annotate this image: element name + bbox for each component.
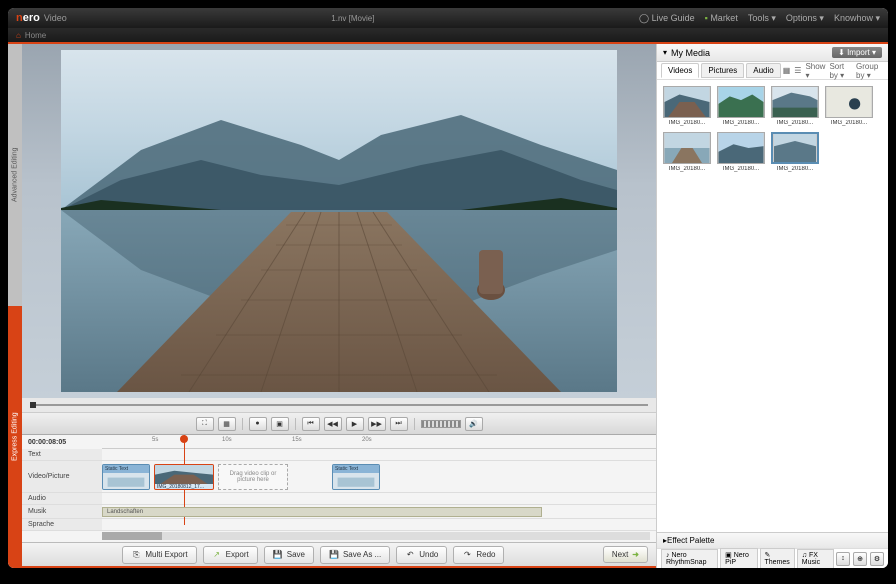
redo-button[interactable]: ↷Redo: [453, 546, 504, 564]
tools-menu[interactable]: Tools ▾: [748, 13, 776, 24]
effect-tool-2[interactable]: ⊕: [853, 552, 867, 566]
prev-button[interactable]: ⏮: [302, 417, 320, 431]
fxmusic-tab[interactable]: ♫ FX Music: [797, 549, 834, 569]
media-thumb[interactable]: [771, 132, 819, 164]
collapse-icon[interactable]: ▾: [663, 48, 667, 57]
grid-button[interactable]: ▦: [218, 417, 236, 431]
video-track-label: Video/Picture: [22, 461, 102, 492]
multi-export-icon: ⎘: [131, 550, 141, 560]
import-button[interactable]: ⬇ Import ▾: [832, 47, 882, 58]
app-window: nneroero Video 1.nv [Movie] ◯ Live Guide…: [8, 8, 888, 568]
media-panel-header: ▾ My Media ⬇ Import ▾: [657, 44, 888, 62]
export-icon: ↗: [212, 550, 222, 560]
preview-area: [22, 44, 656, 398]
clip-static-1[interactable]: Static Text: [102, 464, 150, 490]
main-area: Advanced Editing Express Editing: [8, 44, 888, 568]
musik-track-label: Musik: [22, 505, 102, 518]
menu-bar: ⌂ Home: [8, 28, 888, 44]
app-name-label: Video: [44, 13, 67, 23]
time-ruler[interactable]: 5s 10s 15s 20s: [102, 435, 656, 449]
media-grid: IMG_20180... IMG_20180... IMG_20180... I…: [657, 80, 888, 532]
media-thumb[interactable]: [717, 86, 765, 118]
advanced-editing-tab[interactable]: Advanced Editing: [8, 44, 22, 306]
nero-logo: nneroero: [16, 12, 40, 24]
sprache-track-label: Sprache: [22, 519, 102, 530]
media-tabs: Videos Pictures Audio ▦ ☰ Show ▾ Sort by…: [657, 62, 888, 80]
audio-tab[interactable]: Audio: [746, 63, 780, 78]
forward-button[interactable]: ▶▶: [368, 417, 386, 431]
clip-static-2[interactable]: Static Text: [332, 464, 380, 490]
rewind-button[interactable]: ◀◀: [324, 417, 342, 431]
effect-tool-1[interactable]: ↕: [836, 552, 850, 566]
left-rail: Advanced Editing Express Editing: [8, 44, 22, 568]
musik-track[interactable]: Landschaften: [102, 505, 656, 518]
audio-track-label: Audio: [22, 493, 102, 504]
bottom-toolbar: ⎘Multi Export ↗Export 💾Save 💾Save As ...…: [22, 542, 656, 566]
next-arrow-icon: ➜: [632, 550, 639, 559]
effect-palette-title: Effect Palette: [667, 536, 714, 545]
title-bar: nneroero Video 1.nv [Movie] ◯ Live Guide…: [8, 8, 888, 28]
home-link[interactable]: Home: [25, 31, 46, 40]
save-as-button[interactable]: 💾Save As ...: [320, 546, 390, 564]
volume-meter[interactable]: [421, 420, 461, 428]
knowhow-menu[interactable]: Knowhow ▾: [834, 13, 880, 24]
scrub-bar[interactable]: [22, 398, 656, 412]
video-preview[interactable]: [61, 50, 617, 392]
media-thumb[interactable]: [771, 86, 819, 118]
save-button[interactable]: 💾Save: [264, 546, 314, 564]
pictures-tab[interactable]: Pictures: [701, 63, 744, 78]
musik-clip[interactable]: Landschaften: [102, 507, 542, 517]
record-button[interactable]: ●: [249, 417, 267, 431]
media-thumb[interactable]: [663, 86, 711, 118]
document-title: 1.nv [Movie]: [67, 14, 639, 23]
fullscreen-button[interactable]: ⛶: [196, 417, 214, 431]
play-button[interactable]: ▶: [346, 417, 364, 431]
text-track-label: Text: [22, 449, 102, 460]
media-thumb[interactable]: [825, 86, 873, 118]
undo-button[interactable]: ↶Undo: [396, 546, 447, 564]
media-thumb[interactable]: [663, 132, 711, 164]
themes-tab[interactable]: ✎ Themes: [760, 548, 795, 568]
save-icon: 💾: [273, 550, 283, 560]
home-icon[interactable]: ⌂: [16, 31, 21, 40]
market-link[interactable]: ▪ Market: [705, 13, 738, 23]
clip-video-1[interactable]: IMG_20180812_17...: [154, 464, 214, 490]
multi-export-button[interactable]: ⎘Multi Export: [122, 546, 196, 564]
pip-tab[interactable]: ▣ Nero PiP: [720, 548, 757, 568]
view-grid-icon[interactable]: ▦: [783, 66, 791, 75]
videos-tab[interactable]: Videos: [661, 63, 699, 78]
center-column: ⛶ ▦ ● ▣ ⏮ ◀◀ ▶ ▶▶ ⏭ 🔊 00:00:08:05: [22, 44, 656, 568]
drop-target[interactable]: Drag video clip or picture here: [218, 464, 288, 490]
timecode-display: 00:00:08:05: [22, 439, 102, 446]
redo-icon: ↷: [462, 550, 472, 560]
video-track[interactable]: Static Text IMG_20180812_17... Drag vide…: [102, 461, 656, 492]
export-button[interactable]: ↗Export: [203, 546, 258, 564]
right-panel: ▾ My Media ⬇ Import ▾ Videos Pictures Au…: [656, 44, 888, 568]
effect-tabs: ♪ Nero RhythmSnap ▣ Nero PiP ✎ Themes ♫ …: [657, 548, 888, 568]
mute-button[interactable]: 🔊: [465, 417, 483, 431]
save-as-icon: 💾: [329, 550, 339, 560]
next-button[interactable]: ⏭: [390, 417, 408, 431]
transport-controls: ⛶ ▦ ● ▣ ⏮ ◀◀ ▶ ▶▶ ⏭ 🔊: [22, 412, 656, 434]
options-menu[interactable]: Options ▾: [786, 13, 824, 24]
timeline: 00:00:08:05 5s 10s 15s 20s Text: [22, 434, 656, 542]
media-thumb[interactable]: [717, 132, 765, 164]
text-track[interactable]: [102, 449, 656, 460]
show-menu[interactable]: Show ▾: [805, 62, 825, 80]
rhythm-tab[interactable]: ♪ Nero RhythmSnap: [661, 549, 718, 569]
undo-icon: ↶: [405, 550, 415, 560]
effect-palette-header: ▸ Effect Palette: [657, 532, 888, 548]
next-button[interactable]: Next ➜: [603, 546, 648, 563]
audio-track[interactable]: [102, 493, 656, 504]
group-menu[interactable]: Group by ▾: [856, 62, 884, 80]
timeline-scrollbar[interactable]: [22, 531, 656, 541]
sort-menu[interactable]: Sort by ▾: [829, 62, 852, 80]
media-panel-title: My Media: [671, 48, 710, 58]
sprache-track[interactable]: [102, 519, 656, 530]
effect-tool-3[interactable]: ⚙: [870, 552, 884, 566]
express-editing-tab[interactable]: Express Editing: [8, 306, 22, 568]
live-guide-toggle[interactable]: ◯ Live Guide: [639, 13, 695, 24]
snapshot-button[interactable]: ▣: [271, 417, 289, 431]
view-list-icon[interactable]: ☰: [794, 66, 801, 75]
